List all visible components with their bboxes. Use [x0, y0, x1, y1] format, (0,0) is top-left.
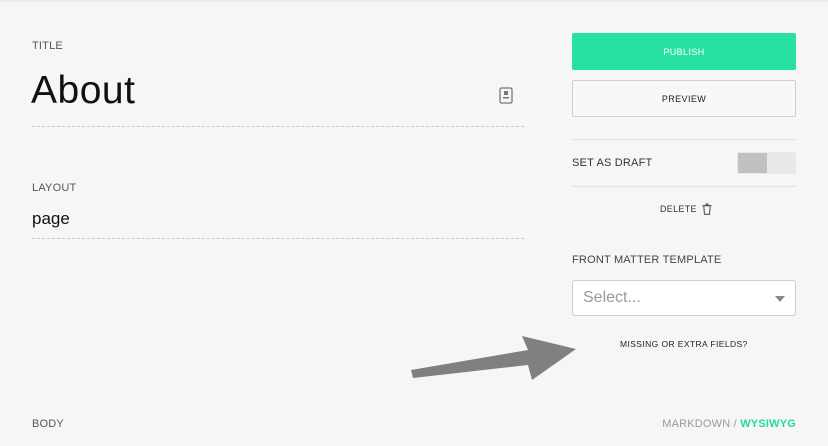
sidebar-divider	[572, 186, 796, 187]
front-matter-template-label: FRONT MATTER TEMPLATE	[572, 254, 722, 266]
preview-button[interactable]: PREVIEW	[572, 80, 796, 117]
publish-button[interactable]: PUBLISH	[572, 33, 796, 70]
top-border	[0, 0, 828, 2]
layout-divider	[32, 238, 524, 239]
title-divider	[32, 126, 524, 127]
markdown-mode-button[interactable]: MARKDOWN	[662, 418, 730, 430]
arrow-icon	[411, 336, 576, 380]
title-input[interactable]: About	[31, 69, 135, 113]
wysiwyg-mode-button[interactable]: WYSIWYG	[740, 418, 796, 430]
title-label: TITLE	[32, 40, 63, 52]
document-icon[interactable]	[499, 87, 513, 104]
front-matter-template-select[interactable]: Select...	[572, 280, 796, 316]
draft-label: SET AS DRAFT	[572, 157, 653, 169]
draft-toggle[interactable]	[737, 152, 796, 174]
chevron-down-icon	[775, 296, 785, 302]
trash-icon	[702, 203, 712, 215]
layout-input[interactable]: page	[32, 209, 70, 229]
editor-mode-toggle: MARKDOWN / WYSIWYG	[662, 418, 796, 430]
delete-label: DELETE	[660, 204, 697, 214]
layout-label: LAYOUT	[32, 182, 77, 194]
select-placeholder: Select...	[583, 289, 641, 306]
missing-fields-link[interactable]: MISSING OR EXTRA FIELDS?	[620, 339, 748, 349]
mode-separator: /	[730, 418, 741, 430]
delete-button[interactable]: DELETE	[660, 203, 712, 215]
sidebar-divider	[572, 139, 796, 140]
draft-toggle-knob	[738, 153, 767, 173]
body-label: BODY	[32, 418, 64, 430]
